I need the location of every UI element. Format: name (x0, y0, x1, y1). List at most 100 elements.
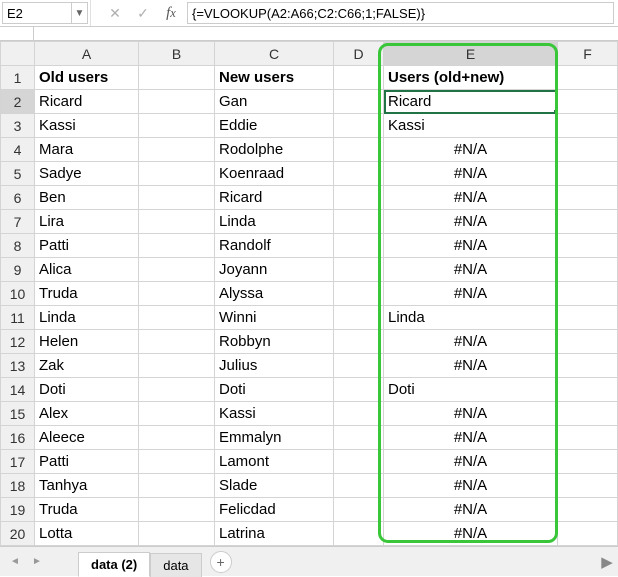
cell[interactable] (558, 186, 618, 210)
cell[interactable] (139, 162, 215, 186)
cell[interactable] (558, 474, 618, 498)
cell[interactable]: Doti (35, 378, 139, 402)
cell[interactable] (558, 378, 618, 402)
cell[interactable]: Alyssa (215, 282, 334, 306)
cell[interactable]: #N/A (384, 162, 558, 186)
row-header[interactable]: 3 (1, 114, 35, 138)
cell[interactable] (139, 474, 215, 498)
cell[interactable] (334, 378, 384, 402)
cell[interactable] (139, 306, 215, 330)
cell[interactable] (558, 306, 618, 330)
cell[interactable]: Julius (215, 354, 334, 378)
row-header[interactable]: 13 (1, 354, 35, 378)
cell[interactable] (334, 66, 384, 90)
cell[interactable]: #N/A (384, 426, 558, 450)
cell[interactable]: Mara (35, 138, 139, 162)
cell[interactable] (139, 498, 215, 522)
cell[interactable]: Alex (35, 402, 139, 426)
cell[interactable]: Gan (215, 90, 334, 114)
cell[interactable]: #N/A (384, 282, 558, 306)
cell[interactable]: Winni (215, 306, 334, 330)
cell[interactable] (558, 450, 618, 474)
col-header-C[interactable]: C (215, 42, 334, 66)
cell[interactable] (139, 90, 215, 114)
cell[interactable]: Truda (35, 498, 139, 522)
cell[interactable] (139, 258, 215, 282)
cell[interactable]: #N/A (384, 402, 558, 426)
cell[interactable] (558, 330, 618, 354)
select-all-corner[interactable] (1, 42, 35, 66)
cell[interactable] (558, 114, 618, 138)
cell[interactable]: Ricard (35, 90, 139, 114)
cell[interactable]: Kassi (384, 114, 558, 138)
cell[interactable]: Lotta (35, 522, 139, 546)
cell[interactable]: Users (old+new) (384, 66, 558, 90)
cell[interactable] (558, 354, 618, 378)
cell[interactable]: #N/A (384, 138, 558, 162)
cell[interactable] (334, 282, 384, 306)
col-header-B[interactable]: B (139, 42, 215, 66)
cell[interactable]: Zak (35, 354, 139, 378)
cell[interactable] (139, 234, 215, 258)
cell[interactable]: #N/A (384, 186, 558, 210)
cell[interactable]: Lira (35, 210, 139, 234)
cell[interactable]: Ricard (384, 90, 558, 114)
col-header-D[interactable]: D (334, 42, 384, 66)
row-header[interactable]: 11 (1, 306, 35, 330)
name-box-dropdown[interactable]: ▼ (72, 2, 88, 24)
cell[interactable] (334, 210, 384, 234)
cell[interactable]: #N/A (384, 234, 558, 258)
cell[interactable]: #N/A (384, 474, 558, 498)
cell[interactable] (139, 114, 215, 138)
cell[interactable]: Randolf (215, 234, 334, 258)
cell[interactable] (139, 402, 215, 426)
cell[interactable]: Linda (35, 306, 139, 330)
sheet-tab[interactable]: data (150, 553, 201, 577)
cell[interactable] (334, 162, 384, 186)
cell[interactable]: #N/A (384, 450, 558, 474)
cell[interactable] (558, 210, 618, 234)
cell[interactable]: #N/A (384, 354, 558, 378)
cell[interactable] (558, 522, 618, 546)
cell[interactable]: Slade (215, 474, 334, 498)
cell[interactable]: #N/A (384, 210, 558, 234)
row-header[interactable]: 15 (1, 402, 35, 426)
cell[interactable] (334, 258, 384, 282)
cell[interactable]: New users (215, 66, 334, 90)
cell[interactable]: Latrina (215, 522, 334, 546)
cell[interactable]: Eddie (215, 114, 334, 138)
cell[interactable] (334, 474, 384, 498)
cell[interactable] (334, 138, 384, 162)
worksheet-grid[interactable]: A B C D E F 1 Old users New users Users … (0, 41, 618, 546)
row-header[interactable]: 12 (1, 330, 35, 354)
cell[interactable] (558, 258, 618, 282)
row-header[interactable]: 16 (1, 426, 35, 450)
cell[interactable] (139, 450, 215, 474)
row-header[interactable]: 4 (1, 138, 35, 162)
cell[interactable] (139, 378, 215, 402)
cell[interactable] (334, 402, 384, 426)
cell[interactable] (334, 114, 384, 138)
cell[interactable]: Joyann (215, 258, 334, 282)
row-header[interactable]: 9 (1, 258, 35, 282)
row-header[interactable]: 5 (1, 162, 35, 186)
cell[interactable] (334, 498, 384, 522)
col-header-E[interactable]: E (384, 42, 558, 66)
cell[interactable]: Robbyn (215, 330, 334, 354)
row-header[interactable]: 1 (1, 66, 35, 90)
cell[interactable] (139, 426, 215, 450)
cell[interactable] (334, 522, 384, 546)
cell[interactable]: Ricard (215, 186, 334, 210)
col-header-A[interactable]: A (35, 42, 139, 66)
cell[interactable] (139, 210, 215, 234)
cell[interactable] (139, 282, 215, 306)
cell[interactable]: Koenraad (215, 162, 334, 186)
cell[interactable]: Felicdad (215, 498, 334, 522)
row-header[interactable]: 17 (1, 450, 35, 474)
cell[interactable]: Rodolphe (215, 138, 334, 162)
row-header[interactable]: 7 (1, 210, 35, 234)
cell[interactable] (139, 522, 215, 546)
cell[interactable] (334, 186, 384, 210)
insert-function-button[interactable]: fx (157, 0, 185, 26)
cell[interactable] (558, 234, 618, 258)
